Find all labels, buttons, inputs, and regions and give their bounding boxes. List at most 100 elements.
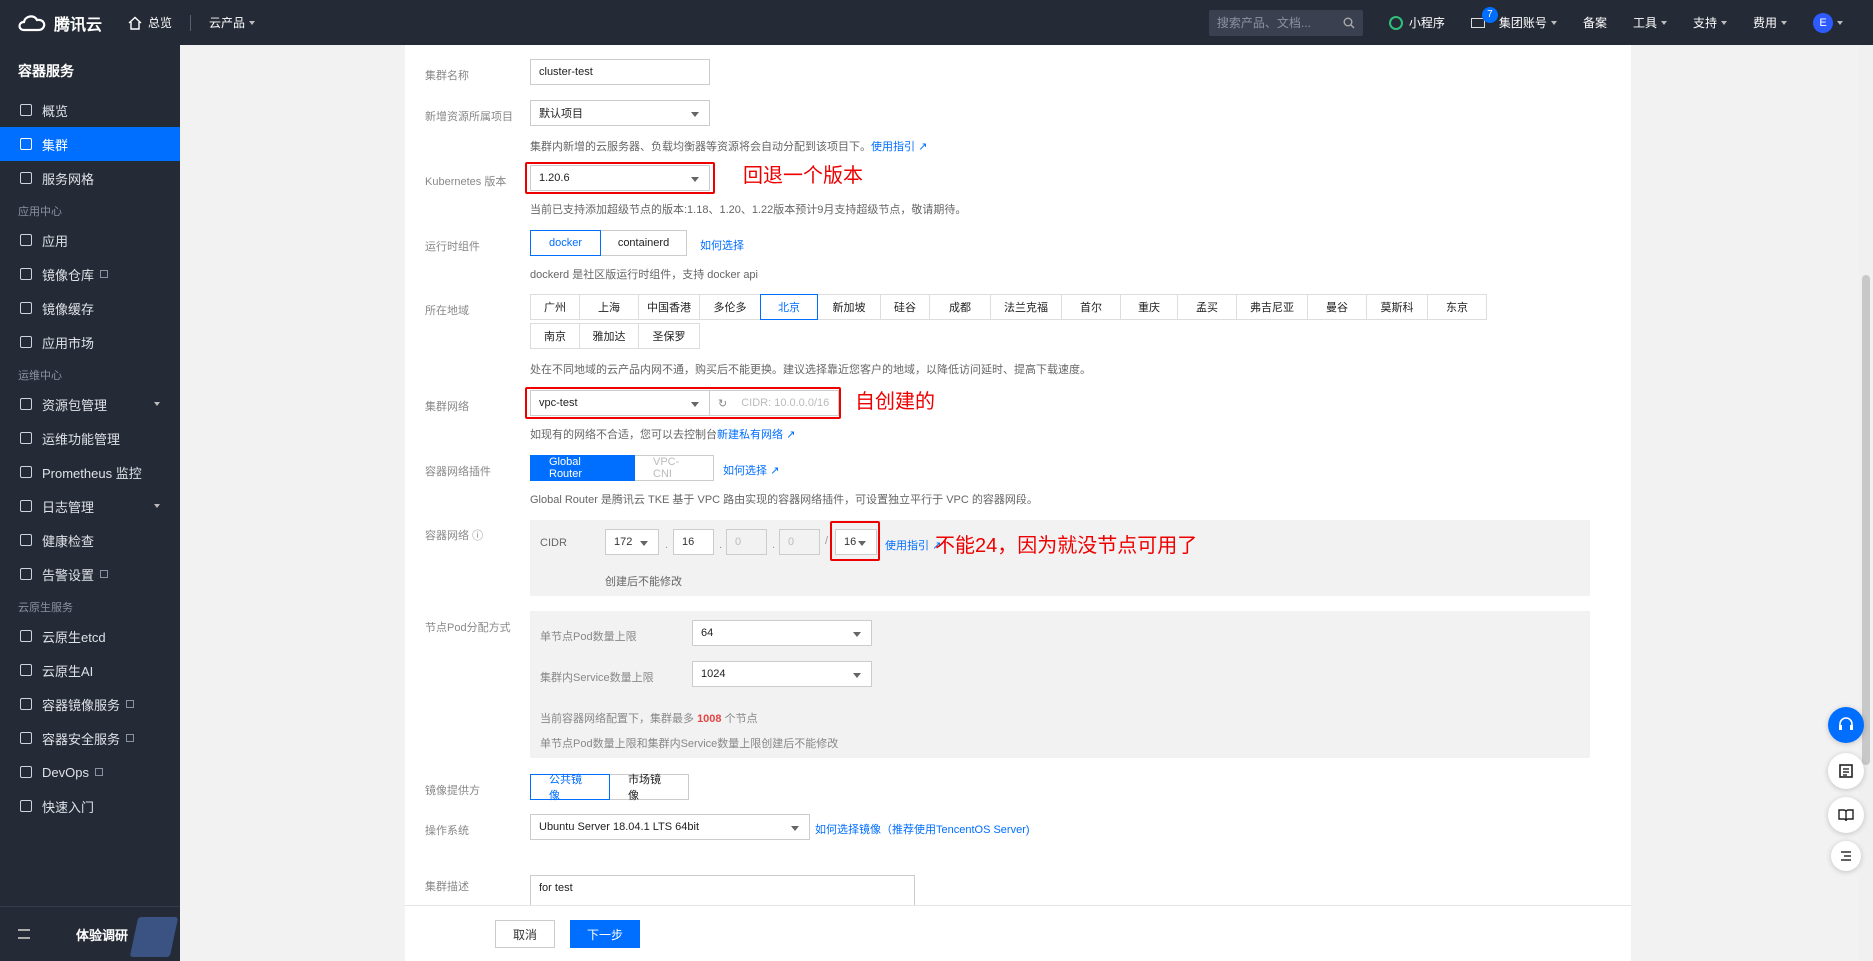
os-select[interactable]: Ubuntu Server 18.04.1 LTS 64bit [530,814,810,840]
sidebar-item-quickstart[interactable]: 快速入门 [0,789,180,823]
sidebar-item-image-registry[interactable]: 镜像仓库 [0,257,180,291]
region-option[interactable]: 上海 [579,294,639,320]
sidebar-title: 容器服务 [18,63,74,79]
tools-menu[interactable]: 工具 [1633,14,1667,31]
mesh-icon [20,172,32,184]
more-button[interactable] [1831,841,1861,871]
scrollbar-thumb[interactable] [1862,275,1870,765]
billing-menu[interactable]: 费用 [1753,14,1787,31]
image-option-market[interactable]: 市场镜像 [609,774,689,802]
home-link[interactable]: 总览 [128,14,172,31]
plugin-how-to-choose-link[interactable]: 如何选择 [723,465,767,477]
collapse-menu-icon[interactable] [18,929,30,939]
sidebar-item-service-mesh[interactable]: 服务网格 [0,161,180,195]
sidebar-item-prometheus[interactable]: Prometheus 监控 [0,455,180,489]
runtime-option-containerd[interactable]: containerd [600,230,687,256]
sidebar-item-ops-features[interactable]: 运维功能管理 [0,421,180,455]
region-option[interactable]: 东京 [1427,294,1487,320]
cloud-logo-icon [18,14,46,31]
region-option[interactable]: 弗吉尼亚 [1236,294,1308,320]
sidebar-item-devops[interactable]: DevOps [0,755,180,789]
service-max-select[interactable]: 1024 [692,661,872,687]
open-book-icon [1838,809,1854,822]
region-hint: 处在不同地域的云产品内网不通，购买后不能更换。建议选择靠近您客户的地域，以降低访… [530,364,1091,376]
user-menu[interactable]: E [1813,12,1843,33]
products-menu[interactable]: 云产品 [209,14,256,31]
mail-link[interactable]: 7 集团账号 [1470,6,1557,31]
sidebar-item-app[interactable]: 应用 [0,223,180,257]
region-option[interactable]: 新加坡 [817,294,881,320]
region-option[interactable]: 多伦多 [699,294,761,320]
region-option[interactable]: 雅加达 [579,323,639,349]
create-cluster-form: 集群名称 cluster-test 新增资源所属项目 默认项目 集群内新增的云服… [405,45,1631,961]
sidebar-item-label: 服务网格 [42,171,95,187]
region-option[interactable]: 硅谷 [880,294,930,320]
sidebar-item-alerts[interactable]: 告警设置 [0,557,180,591]
pod-max-select[interactable]: 64 [692,620,872,646]
sidebar-item-etcd[interactable]: 云原生etcd [0,619,180,653]
feedback-link[interactable]: 体验调研 [76,925,128,944]
region-option[interactable]: 圣保罗 [638,323,700,349]
info-icon: ⓘ [472,530,484,542]
region-option[interactable]: 重庆 [1120,294,1178,320]
region-option[interactable]: 北京 [760,294,818,320]
sidebar-item-label: 健康检查 [42,533,95,549]
sidebar-item-overview[interactable]: 概览 [0,93,180,127]
cancel-button[interactable]: 取消 [495,920,555,948]
project-guide-link[interactable]: 使用指引 [871,141,915,153]
mini-program-label: 小程序 [1408,16,1445,30]
cluster-name-input[interactable]: cluster-test [530,59,710,85]
customer-service-button[interactable] [1828,707,1864,743]
pod-summary-note: 单节点Pod数量上限和集群内Service数量上限创建后不能修改 [540,738,839,750]
region-option[interactable]: 孟买 [1177,294,1237,320]
sidebar-item-label: 快速入门 [42,799,95,815]
region-option[interactable]: 广州 [530,294,580,320]
image-provider-options: 公共镜像 市场镜像 [530,774,689,802]
sidebar-item-image-cache[interactable]: 镜像缓存 [0,291,180,325]
project-select[interactable]: 默认项目 [530,100,710,126]
region-option[interactable]: 曼谷 [1307,294,1367,320]
external-link-icon [94,768,103,776]
runtime-option-docker[interactable]: docker [530,230,601,256]
create-vpc-link[interactable]: 新建私有网络 [717,429,783,441]
region-option[interactable]: 南京 [530,323,580,349]
sidebar-item-app-market[interactable]: 应用市场 [0,325,180,359]
project-hint-text: 集群内新增的云服务器、负载均衡器等资源将会自动分配到该项目下。 [530,141,871,153]
sidebar-item-security[interactable]: 容器安全服务 [0,721,180,755]
os-label: 操作系统 [425,825,469,837]
search-placeholder: 搜索产品、文档... [1216,16,1311,30]
region-option[interactable]: 中国香港 [638,294,700,320]
support-menu[interactable]: 支持 [1693,14,1727,31]
cidr-guide-link[interactable]: 使用指引 [885,540,929,552]
next-step-button[interactable]: 下一步 [570,920,640,948]
beian-link[interactable]: 备案 [1583,14,1607,31]
sidebar-item-resource-packages[interactable]: 资源包管理 [0,387,180,421]
sidebar-item-cluster[interactable]: 集群 [0,127,180,161]
region-option[interactable]: 成都 [929,294,991,320]
cidr-octet1-value: 172 [614,536,633,548]
os-how-to-choose-link[interactable]: 如何选择镜像（推荐使用TencentOS Server) [815,821,1030,837]
region-option[interactable]: 法兰克福 [990,294,1062,320]
plugin-option-vpc-cni[interactable]: VPC-CNI [634,455,714,481]
sidebar-item-logs[interactable]: 日志管理 [0,489,180,523]
cidr-octet2-input[interactable]: 16 [673,529,714,555]
mini-program-link[interactable]: 小程序 [1388,14,1445,31]
sidebar-item-ai[interactable]: 云原生AI [0,653,180,687]
plugin-option-global-router[interactable]: Global Router [530,455,635,481]
project-hint: 集群内新增的云服务器、负载均衡器等资源将会自动分配到该项目下。使用指引 ↗ [530,138,927,154]
image-option-public[interactable]: 公共镜像 [530,774,610,802]
document-button[interactable] [1828,753,1864,789]
sidebar-item-health-check[interactable]: 健康检查 [0,523,180,557]
description-label: 集群描述 [425,881,469,893]
guide-button[interactable] [1828,797,1864,833]
sidebar-item-image-service[interactable]: 容器镜像服务 [0,687,180,721]
cidr-octet1-select[interactable]: 172 [605,529,659,555]
region-option[interactable]: 首尔 [1061,294,1121,320]
search-input[interactable]: 搜索产品、文档... [1208,9,1363,36]
runtime-how-to-choose-link[interactable]: 如何选择 [700,237,744,253]
registry-icon [20,268,32,280]
region-label: 所在地域 [425,305,469,317]
tencent-cloud-logo[interactable]: 腾讯云 [0,11,118,35]
region-option[interactable]: 莫斯科 [1366,294,1428,320]
monitor-icon [20,466,32,478]
